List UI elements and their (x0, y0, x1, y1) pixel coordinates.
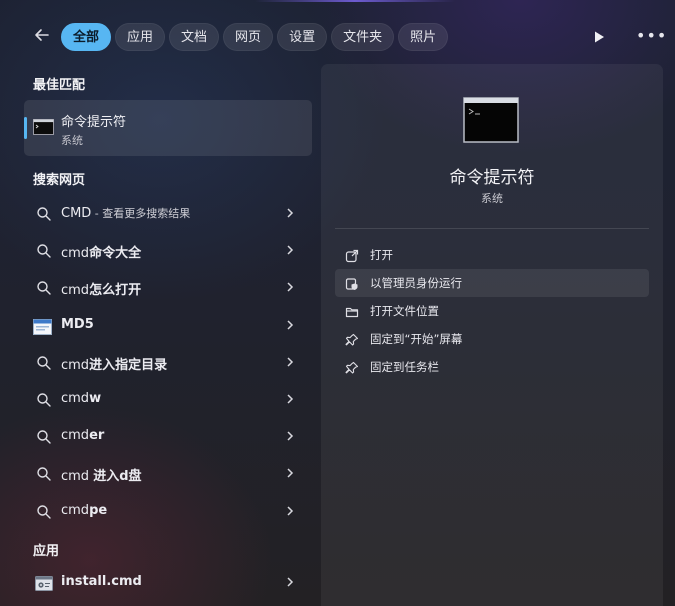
section-title-apps: 应用 (33, 544, 60, 559)
selection-indicator (24, 117, 27, 139)
play-icon[interactable] (592, 29, 608, 45)
web-result-label: MD5 (61, 316, 94, 332)
tab-photos[interactable]: 照片 (398, 23, 449, 51)
search-icon (36, 504, 52, 520)
best-match-item[interactable]: 命令提示符 系统 (24, 100, 312, 156)
app-result-label: install.cmd (61, 574, 142, 589)
web-result-item[interactable]: cmdw (24, 382, 312, 419)
web-result-item[interactable]: cmd命令大全 (24, 233, 312, 270)
web-result-item[interactable]: cmder (24, 419, 312, 456)
command-prompt-large-icon (463, 97, 519, 147)
action-label: 以管理员身份运行 (370, 276, 462, 290)
search-icon (36, 392, 52, 408)
chevron-right-icon (286, 319, 296, 333)
web-result-label: CMD - 查看更多搜索结果 (61, 206, 191, 221)
chevron-right-icon (286, 467, 296, 481)
tab-web[interactable]: 网页 (223, 23, 274, 51)
action-label: 打开文件位置 (370, 304, 439, 318)
web-result-label: cmd命令大全 (61, 246, 142, 262)
chevron-right-icon (286, 207, 296, 221)
app-result-item[interactable]: install.cmd (24, 565, 312, 602)
action-label: 固定到任务栏 (370, 360, 439, 374)
action-label: 打开 (370, 248, 393, 262)
web-result-label: cmder (61, 428, 105, 444)
detail-subtitle: 系统 (481, 192, 503, 205)
action-run-as-admin[interactable]: 以管理员身份运行 (335, 269, 649, 297)
back-arrow-icon[interactable] (30, 26, 54, 48)
open-external-icon (345, 248, 359, 263)
tab-all[interactable]: 全部 (61, 23, 112, 51)
web-result-item[interactable]: cmd 进入d盘 (24, 456, 312, 493)
section-title-search-web: 搜索网页 (33, 173, 86, 188)
action-pin-to-taskbar[interactable]: 固定到任务栏 (335, 353, 649, 381)
web-results-list: CMD - 查看更多搜索结果 cmd命令大全 cmd怎么打开 MD5 cmd进入… (24, 196, 312, 531)
web-result-item[interactable]: cmd怎么打开 (24, 270, 312, 307)
filter-tabs: 全部 应用 文档 网页 设置 文件夹 照片 (61, 23, 449, 51)
folder-icon (345, 304, 359, 318)
web-result-item[interactable]: cmdpe (24, 494, 312, 531)
web-result-item[interactable]: cmd进入指定目录 (24, 345, 312, 382)
pin-icon (345, 360, 359, 374)
web-result-item[interactable]: CMD - 查看更多搜索结果 (24, 196, 312, 233)
pin-icon (345, 332, 359, 346)
action-open-file-location[interactable]: 打开文件位置 (335, 297, 649, 325)
divider (335, 228, 649, 229)
md5-site-icon (33, 318, 52, 335)
action-open[interactable]: 打开 (335, 241, 649, 269)
web-result-label: cmdpe (61, 502, 108, 518)
tab-settings[interactable]: 设置 (277, 23, 328, 51)
chevron-right-icon (286, 281, 296, 295)
chevron-right-icon (286, 356, 296, 370)
action-list: 打开 以管理员身份运行 打开文件位置 固定到“开始”屏幕 固定到任务栏 (335, 241, 649, 381)
search-icon (36, 206, 52, 222)
detail-title: 命令提示符 (449, 168, 535, 188)
web-result-label: cmdw (61, 390, 102, 406)
shield-admin-icon (345, 276, 359, 290)
chevron-right-icon (286, 393, 296, 407)
tab-apps[interactable]: 应用 (115, 23, 166, 51)
search-icon (36, 429, 52, 445)
search-icon (36, 355, 52, 371)
chevron-right-icon (286, 430, 296, 444)
action-pin-to-start[interactable]: 固定到“开始”屏幕 (335, 325, 649, 353)
tab-folders[interactable]: 文件夹 (331, 23, 395, 51)
chevron-right-icon (286, 244, 296, 258)
web-result-label: cmd 进入d盘 (61, 469, 142, 485)
chevron-right-icon (286, 505, 296, 519)
section-title-best-match: 最佳匹配 (33, 78, 86, 93)
command-prompt-icon (33, 119, 54, 139)
action-label: 固定到“开始”屏幕 (370, 332, 463, 346)
detail-panel: 命令提示符 系统 打开 以管理员身份运行 打开文件位置 固定到“开始”屏幕 固定… (321, 64, 663, 606)
search-icon (36, 280, 52, 296)
best-match-sub: 系统 (61, 134, 83, 147)
chevron-right-icon (286, 576, 296, 590)
tab-documents[interactable]: 文档 (169, 23, 220, 51)
web-result-label: cmd进入指定目录 (61, 357, 168, 373)
script-file-icon (35, 576, 53, 592)
more-options-icon[interactable]: ••• (636, 26, 666, 46)
best-match-name: 命令提示符 (61, 115, 127, 130)
search-icon (36, 243, 52, 259)
web-result-label: cmd怎么打开 (61, 283, 142, 299)
search-header: 全部 应用 文档 网页 设置 文件夹 照片 ••• (0, 0, 675, 70)
search-icon (36, 466, 52, 482)
web-result-item[interactable]: MD5 (24, 308, 312, 345)
